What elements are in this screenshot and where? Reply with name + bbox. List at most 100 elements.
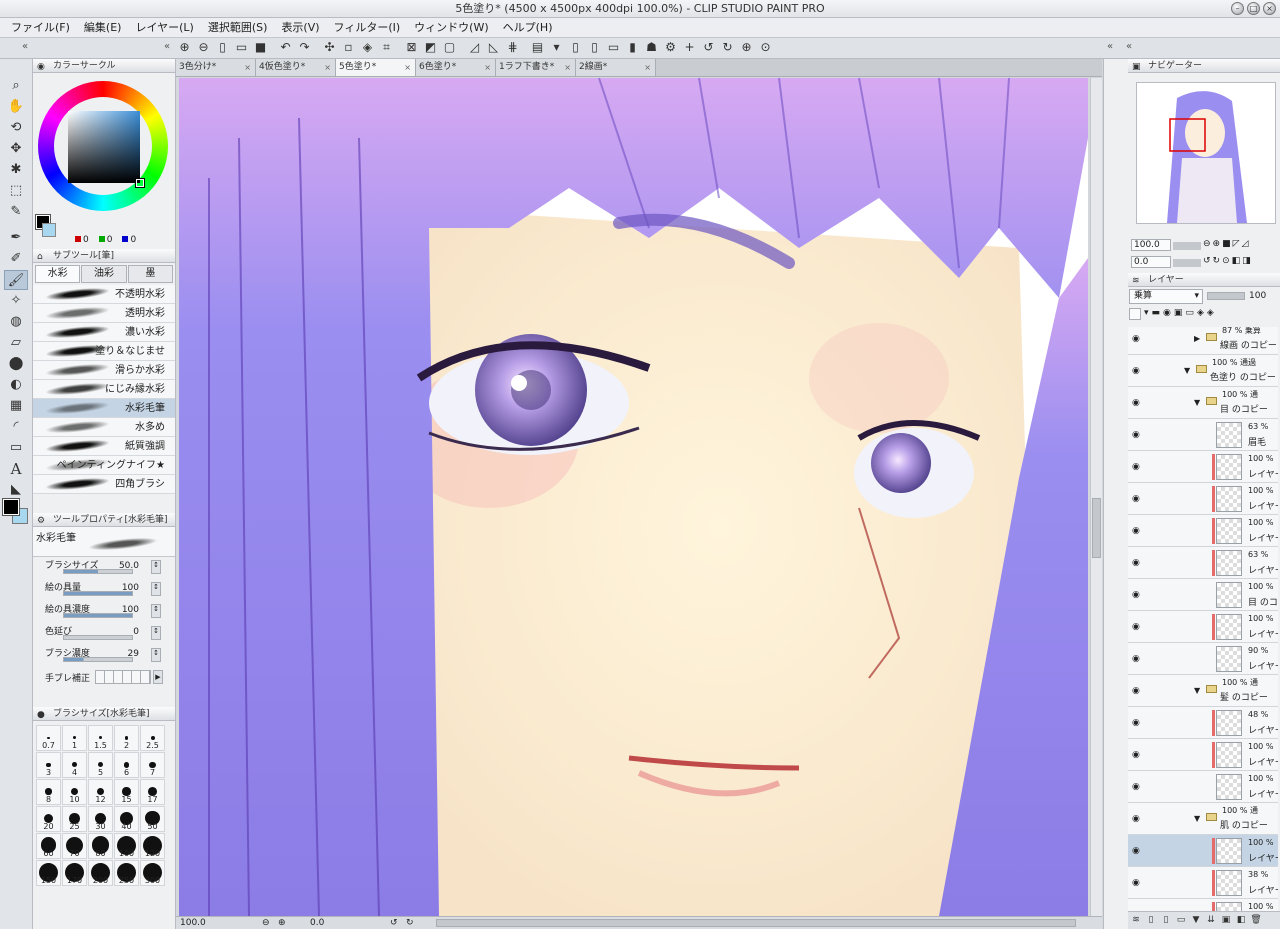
minimize-button[interactable]: – (1231, 2, 1244, 15)
layer-row[interactable]: ◉100 %レイヤー (1128, 451, 1278, 483)
auto-select-tool-icon[interactable]: ✱ (4, 160, 28, 180)
layer-thumbnail[interactable] (1216, 486, 1242, 512)
layer-thumbnail[interactable] (1216, 646, 1242, 672)
folder-toggle-icon[interactable]: ▼ (1184, 366, 1190, 375)
layer-thumbnail[interactable] (1216, 518, 1242, 544)
brush-size-cell[interactable]: 60 (36, 833, 61, 859)
eye-icon[interactable]: ◉ (1132, 846, 1140, 856)
canvas-tab[interactable]: 6色塗り* × (416, 59, 496, 76)
collapse-right-2-icon[interactable]: « (1126, 41, 1132, 52)
layer-folder-row[interactable]: ◉ ▼ 100 % 通過 色塗り のコピー (1128, 355, 1278, 387)
brush-size-spinner[interactable]: ↕ (151, 560, 161, 574)
brush-size-tab[interactable]: ● ブラシサイズ[水彩毛筆] (33, 707, 175, 721)
pencil-tool-icon[interactable]: ✐ (4, 249, 28, 269)
eye-icon[interactable]: ◉ (1132, 526, 1140, 536)
paint-amount-spinner[interactable]: ↕ (151, 582, 161, 596)
eye-icon[interactable]: ◉ (1132, 782, 1140, 792)
layer-row[interactable]: ◉100 %レイヤー (1128, 483, 1278, 515)
layer-thumbnail[interactable] (1216, 838, 1242, 864)
layer-row[interactable]: ◉ 63 % レイヤー (1128, 547, 1278, 579)
nav-mirror-icon[interactable]: ◧ (1232, 256, 1241, 268)
brush-item[interactable]: 不透明水彩 (33, 285, 175, 304)
eye-icon[interactable]: ◉ (1132, 718, 1140, 728)
fill-icon[interactable]: ◈ (359, 39, 376, 56)
folder-toggle-icon[interactable]: ▼ (1194, 398, 1200, 407)
apply-mask-icon[interactable]: ◧ (1235, 914, 1247, 926)
brush-size-cell[interactable]: 150 (36, 860, 61, 886)
color-cursor[interactable] (135, 178, 145, 188)
clear-icon[interactable]: ✣ (321, 39, 338, 56)
brush-size-cell[interactable]: 2.5 (140, 725, 165, 751)
brush-size-cell[interactable]: 3 (36, 752, 61, 778)
menu-layer[interactable]: レイヤー(L) (128, 18, 200, 37)
menu-view[interactable]: 表示(V) (274, 18, 326, 37)
brush-size-cell[interactable]: 50 (140, 806, 165, 832)
eye-icon[interactable]: ◉ (1132, 814, 1140, 824)
folder-icon[interactable]: ▭ (605, 39, 622, 56)
open-file-icon[interactable]: ▭ (233, 39, 250, 56)
eye-icon[interactable]: ◉ (1132, 622, 1140, 632)
new-file-icon[interactable]: ▯ (214, 39, 231, 56)
nav-fit-icon[interactable]: ■ (1222, 239, 1231, 251)
move-tool-icon[interactable]: ✥ (4, 139, 28, 159)
canvas-vertical-scrollbar[interactable] (1090, 78, 1102, 916)
brush-item[interactable]: 四角ブラシ (33, 475, 175, 494)
brush-size-cell[interactable]: 200 (88, 860, 113, 886)
brush-size-cell[interactable]: 2 (114, 725, 139, 751)
select-all-icon[interactable]: ◩ (422, 39, 439, 56)
zoom-value[interactable]: 100.0 (180, 917, 206, 929)
tab-close-icon[interactable]: × (564, 59, 571, 76)
target-icon[interactable]: ⊕ (738, 39, 755, 56)
nav-rotate-left-icon[interactable]: ↺ (1203, 256, 1211, 268)
paint-density-spinner[interactable]: ↕ (151, 604, 161, 618)
tab-close-icon[interactable]: × (324, 59, 331, 76)
brush-size-cell[interactable]: 25 (62, 806, 87, 832)
eye-icon[interactable]: ◉ (1132, 462, 1140, 472)
brush-size-cell[interactable]: 4 (62, 752, 87, 778)
stabilization-arrow-icon[interactable]: ▶ (153, 670, 163, 684)
close-button[interactable]: × (1263, 2, 1276, 15)
tab-watercolor[interactable]: 水彩 (35, 265, 81, 283)
brush-density-spinner[interactable]: ↕ (151, 648, 161, 662)
menu-help[interactable]: ヘルプ(H) (496, 18, 560, 37)
nav-rotate-right-icon[interactable]: ↻ (1213, 256, 1221, 268)
eye-icon[interactable]: ◉ (1132, 590, 1140, 600)
subtool-tab[interactable]: ⌂ サブツール[筆] (33, 249, 175, 263)
reset-icon[interactable]: ⊙ (757, 39, 774, 56)
brush-item[interactable]: 塗り＆なじませ (33, 342, 175, 361)
transform-icon[interactable]: ⌗ (378, 39, 395, 56)
layer-stack-icon[interactable]: ≋ (1130, 914, 1142, 926)
deselect-icon[interactable]: ⊠ (403, 39, 420, 56)
clip-icon[interactable]: ◉ (1163, 308, 1171, 320)
lock-icon[interactable]: ▬ (1152, 308, 1161, 320)
maximize-button[interactable]: □ (1247, 2, 1260, 15)
figure-tool-icon[interactable]: ▭ (4, 438, 28, 458)
nav-reset-icon[interactable]: ⊙ (1222, 256, 1230, 268)
layer-row[interactable]: ◉ 48 % レイヤー (1128, 707, 1278, 739)
color-sub-swatch[interactable] (42, 223, 56, 237)
layer-thumbnail[interactable] (1216, 550, 1242, 576)
save-icon[interactable]: ■ (252, 39, 269, 56)
saturation-value-square[interactable] (68, 111, 140, 183)
rotate-left-icon[interactable]: ↺ (700, 39, 717, 56)
menu-window[interactable]: ウィンドウ(W) (407, 18, 495, 37)
zoom-out-status-icon[interactable]: ⊖ (262, 917, 270, 929)
brush-item[interactable]: ペインティングナイフ★ (33, 456, 175, 475)
folder-toggle-icon[interactable]: ▼ (1194, 686, 1200, 695)
brush-size-cell[interactable]: 17 (140, 779, 165, 805)
brush-size-cell[interactable]: 6 (114, 752, 139, 778)
brush-size-cell[interactable]: 1.5 (88, 725, 113, 751)
layer-mask-2-icon[interactable]: ◈ (1207, 308, 1214, 320)
layer-thumbnail[interactable] (1216, 614, 1242, 640)
tab-close-icon[interactable]: × (484, 59, 491, 76)
layer-thumbnail[interactable] (1216, 454, 1242, 480)
balloon-tool-icon[interactable]: ◣ (4, 480, 28, 500)
layer-row[interactable]: ◉100 %レイヤー (1128, 899, 1278, 911)
brush-size-cell[interactable]: 10 (62, 779, 87, 805)
main-color-swatch[interactable] (2, 498, 20, 516)
nav-mirror-v-icon[interactable]: ◨ (1242, 256, 1251, 268)
brush-size-cell[interactable]: 170 (62, 860, 87, 886)
airbrush-tool-icon[interactable]: ✧ (4, 291, 28, 311)
layer-color-dropdown-icon[interactable]: ▾ (1144, 308, 1149, 320)
menu-file[interactable]: ファイル(F) (4, 18, 77, 37)
